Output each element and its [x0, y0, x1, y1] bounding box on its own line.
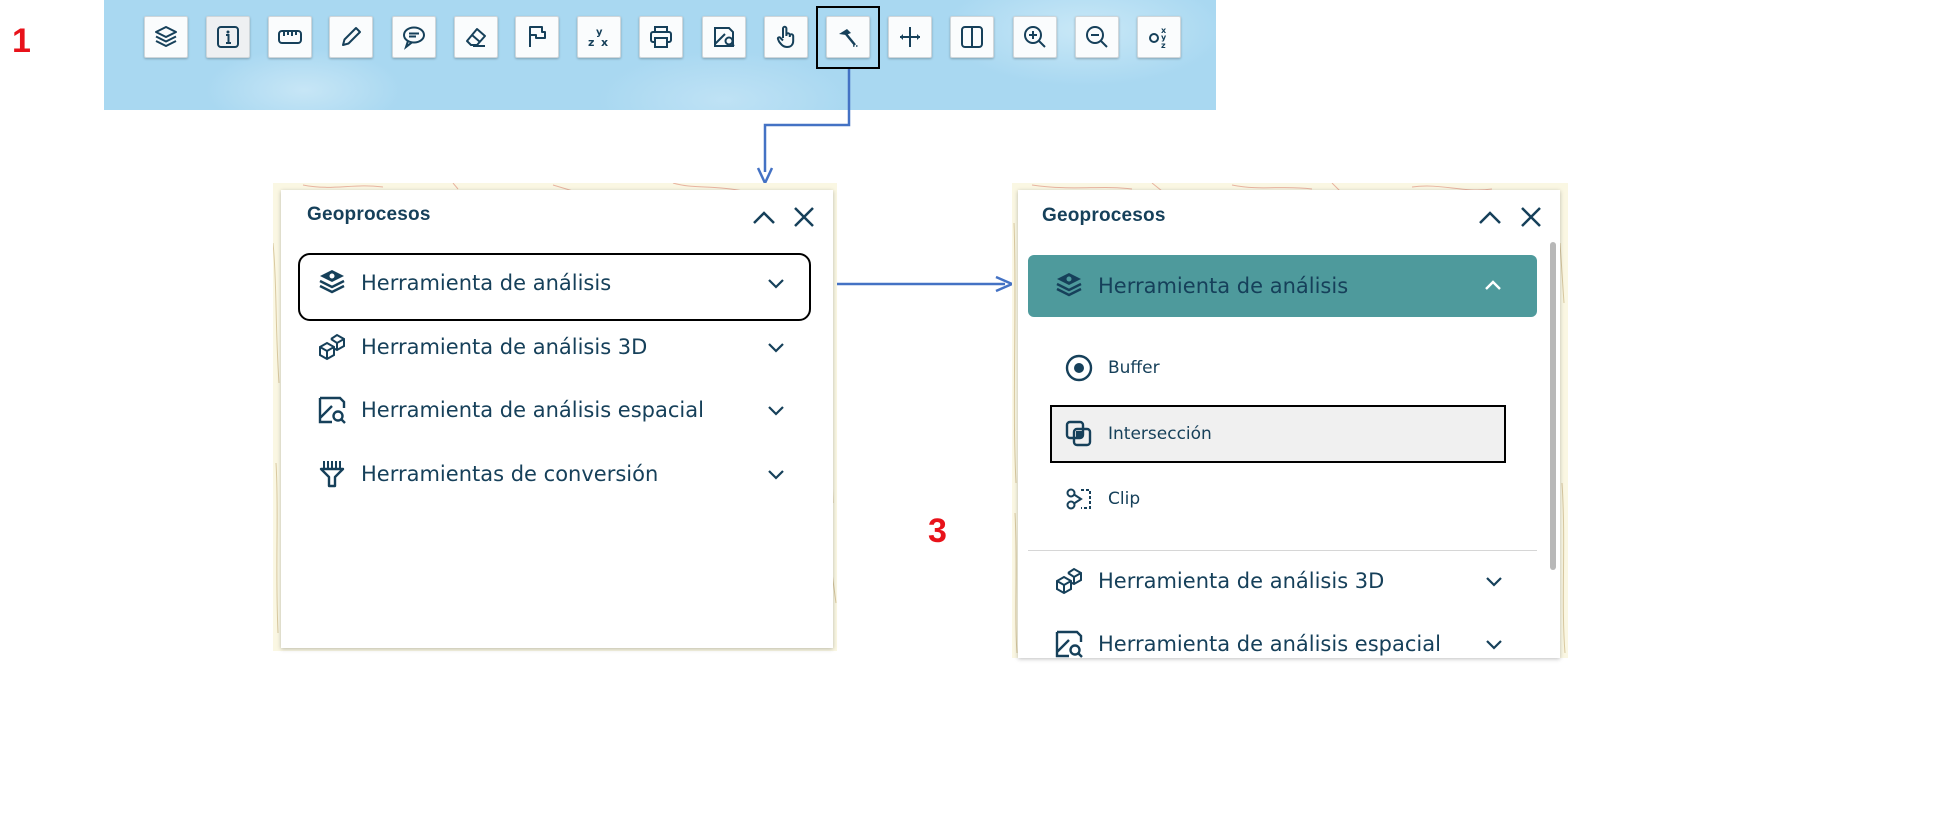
clip-scissors-icon [1066, 488, 1091, 510]
cubes-3d-icon [1056, 567, 1082, 595]
map-search-icon [1055, 630, 1083, 658]
tool-group-spatial-analysis[interactable]: Herramienta de análisis espacial [315, 385, 704, 435]
tool-group-analysis-expanded[interactable]: Herramienta de análisis [1028, 255, 1537, 317]
chevron-down-icon[interactable] [1483, 570, 1505, 592]
tool-buffer[interactable]: Buffer [1064, 342, 1160, 394]
tool-label: Intersección [1108, 424, 1212, 444]
chevron-up-icon[interactable] [1482, 275, 1504, 297]
map-search-icon [318, 396, 346, 424]
highlight-outline-analysis [298, 253, 811, 321]
tool-label: Clip [1108, 489, 1141, 509]
collapse-panel-icon[interactable] [1475, 202, 1505, 232]
tool-group-analysis-3d[interactable]: Herramienta de análisis 3D [1052, 556, 1384, 606]
tool-label: Buffer [1108, 358, 1160, 378]
chevron-down-icon[interactable] [765, 399, 787, 421]
collapse-panel-icon[interactable] [749, 202, 779, 232]
chevron-down-icon[interactable] [765, 463, 787, 485]
scrollbar-thumb[interactable] [1550, 242, 1556, 570]
conversion-funnel-icon [319, 461, 345, 488]
intersection-icon [1065, 420, 1092, 447]
cubes-3d-icon [319, 333, 345, 361]
panel-title: Geoprocesos [307, 204, 431, 225]
panel-title: Geoprocesos [1042, 205, 1166, 226]
tool-group-label: Herramientas de conversión [361, 462, 659, 486]
tool-intersection[interactable]: Intersección [1064, 408, 1212, 460]
buffer-icon [1065, 354, 1093, 382]
geoprocesos-panel-expanded: Geoprocesos Herramienta de análisis Buff… [1018, 190, 1560, 658]
tool-group-conversion[interactable]: Herramientas de conversión [315, 449, 658, 499]
tool-group-label: Herramienta de análisis [1098, 274, 1349, 298]
tool-group-label: Herramienta de análisis 3D [361, 335, 648, 359]
divider [1028, 550, 1537, 551]
layers-analysis-icon [1056, 273, 1082, 297]
chevron-down-icon[interactable] [765, 336, 787, 358]
close-panel-icon[interactable] [789, 202, 819, 232]
tool-group-spatial-analysis[interactable]: Herramienta de análisis espacial [1052, 619, 1441, 669]
tool-group-label: Herramienta de análisis espacial [361, 398, 704, 422]
tool-clip[interactable]: Clip [1064, 473, 1140, 525]
tool-group-analysis-3d[interactable]: Herramienta de análisis 3D [315, 322, 647, 372]
close-panel-icon[interactable] [1516, 202, 1546, 232]
tool-group-label: Herramienta de análisis 3D [1098, 569, 1385, 593]
chevron-down-icon[interactable] [1483, 633, 1505, 655]
tool-group-label: Herramienta de análisis espacial [1098, 632, 1441, 656]
